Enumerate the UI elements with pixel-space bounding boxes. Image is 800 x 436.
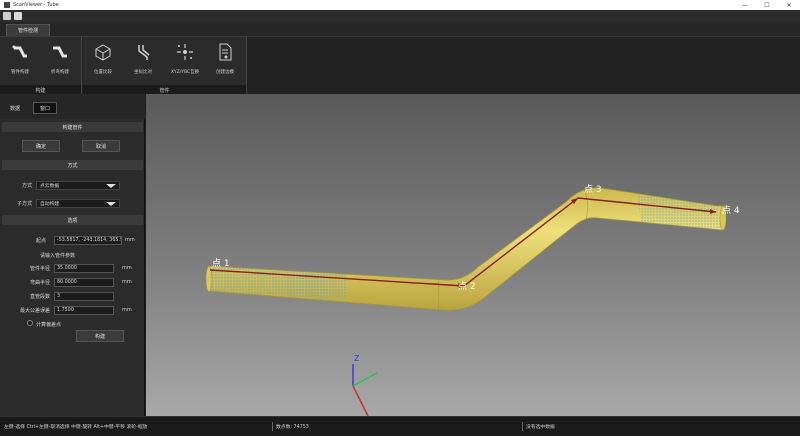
create-edge-button[interactable]: 创建边模 [207, 41, 243, 77]
minimize-button[interactable]: — [735, 0, 755, 10]
tube-radius-label: 管件半径 [29, 266, 50, 272]
section-options[interactable]: 选项 [2, 215, 143, 225]
tube-compare-icon [134, 43, 152, 61]
submethod-label: 子方式 [16, 201, 32, 207]
left-panel: 数据 窗口 构建管件 确定 取消 方式 方式 点云数据 子方式 自动构建 选项 … [0, 94, 145, 416]
tube-build-icon [11, 43, 29, 61]
max-tolerance-label: 最大公差误差 [19, 308, 50, 314]
section-method[interactable]: 方式 [2, 160, 143, 170]
bend-radius-label: 弯曲半径 [29, 280, 50, 286]
axis-z-label: Z [354, 354, 360, 363]
point-label-1[interactable]: 点 1 [212, 258, 230, 269]
start-unit: mm [125, 237, 135, 243]
segment-count-label: 直管段数 [29, 294, 50, 300]
scan-overlay-right [636, 194, 721, 230]
start-point-field[interactable]: -53.5817, -243.1814, 365.9 [54, 236, 122, 245]
panel-tabs: 数据 窗口 [0, 94, 145, 119]
close-button[interactable]: ✕ [779, 0, 799, 10]
window-title: ScanViewer - Tube [13, 2, 59, 8]
section-build-tube[interactable]: 构建管件 [2, 122, 143, 132]
ribbon: 管件构建 折弯构建 构建 位置比较 坐标比对 XYZ/YBC互换 创建边模 管件 [0, 36, 800, 95]
status-hint: 左键-选择 Ctrl+左键-取消选择 中键-旋转 Alt+中键-平移 滚轮-缩放 [4, 425, 148, 430]
tab-data[interactable]: 数据 [3, 102, 27, 114]
max-tolerance-field[interactable]: 1.7500 [54, 306, 114, 315]
calc-deviation-label: 计算偏差点 [36, 322, 62, 328]
chevron-down-icon [106, 184, 116, 188]
quick-access-toolbar [0, 10, 800, 22]
point-label-3[interactable]: 点 3 [584, 184, 602, 195]
axis-y-line [352, 372, 378, 387]
point-count: 数点数: 74753 [276, 425, 309, 430]
start-label: 起点 [35, 238, 46, 244]
build-button[interactable]: 构建 [76, 330, 124, 342]
tab-tube-inspection[interactable]: 管件检测 [6, 24, 50, 36]
xyz-ybc-button[interactable]: XYZ/YBC互换 [167, 41, 203, 77]
status-divider [522, 422, 523, 431]
position-compare-button[interactable]: 位置比较 [85, 41, 121, 77]
title-bar: ScanViewer - Tube — ☐ ✕ [0, 0, 800, 10]
method-label: 方式 [21, 183, 32, 189]
tube-radius-field[interactable]: 35.0000 [54, 264, 114, 273]
3d-viewport[interactable]: 点 1 点 2 点 3 点 4 Z [146, 94, 800, 416]
segment-count-field[interactable]: 3 [54, 292, 114, 301]
bend-build-icon [51, 43, 69, 61]
bend-radius-field[interactable]: 80.0000 [54, 278, 114, 287]
document-icon [216, 43, 234, 61]
new-file-icon[interactable] [3, 12, 11, 20]
tube-radius-unit: mm [122, 265, 132, 271]
bend-radius-unit: mm [122, 279, 132, 285]
maximize-button[interactable]: ☐ [757, 0, 777, 10]
cancel-button[interactable]: 取消 [82, 140, 120, 152]
cube-icon [94, 43, 112, 61]
calc-deviation-radio[interactable] [27, 320, 33, 326]
point-label-4[interactable]: 点 4 [722, 205, 740, 216]
selection-status: 没有选中数据 [526, 425, 555, 430]
app-icon [4, 2, 10, 8]
status-divider [272, 422, 273, 431]
chevron-down-icon [106, 202, 116, 206]
scene-svg: 点 1 点 2 点 3 点 4 Z [205, 184, 740, 416]
transform-icon [176, 43, 194, 61]
open-folder-icon[interactable] [14, 12, 22, 20]
max-tolerance-unit: mm [122, 307, 132, 313]
submethod-select[interactable]: 自动构建 [36, 199, 120, 208]
ribbon-tabs: 管件检测 [0, 22, 800, 36]
confirm-button[interactable]: 确定 [22, 140, 60, 152]
method-select[interactable]: 点云数据 [36, 181, 120, 190]
axis-x-line [352, 385, 369, 416]
param-hint: 请输入管件参数 [40, 253, 76, 259]
bend-build-button[interactable]: 折弯构建 [42, 41, 78, 77]
ribbon-group-tube: 位置比较 坐标比对 XYZ/YBC互换 创建边模 管件 [83, 37, 247, 95]
tube-build-button[interactable]: 管件构建 [2, 41, 38, 77]
ribbon-group-build: 管件构建 折弯构建 构建 [0, 37, 82, 95]
point-label-2[interactable]: 点 2 [458, 281, 476, 292]
coordinate-compare-button[interactable]: 坐标比对 [125, 41, 161, 77]
tab-window[interactable]: 窗口 [33, 102, 57, 114]
status-bar: 左键-选择 Ctrl+左键-取消选择 中键-旋转 Alt+中键-平移 滚轮-缩放… [0, 416, 800, 436]
